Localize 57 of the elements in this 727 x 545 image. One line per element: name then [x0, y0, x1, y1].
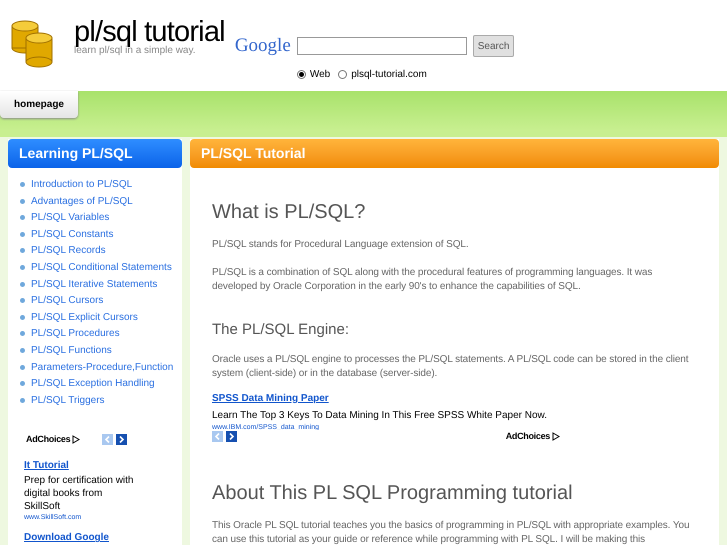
radio-label: Web	[310, 68, 330, 82]
paragraph: This Oracle PL SQL tutorial teaches you the basics of programming in PL/SQL with appropriate examples. You can use this tutorial as your guide or reference while programming with PL SQL. I will be making this	[212, 519, 690, 545]
radio-button[interactable]	[296, 70, 306, 78]
bullet-icon	[20, 348, 25, 353]
bullet-icon	[20, 264, 25, 270]
radio-label: plsql-tutorial.com	[351, 68, 427, 82]
bullet-icon	[20, 331, 25, 336]
bullet-icon	[20, 215, 25, 220]
sidebar-link[interactable]: PL/SQL Functions	[31, 342, 112, 358]
bullet-icon	[20, 314, 25, 320]
sidebar-link[interactable]: PL/SQL Explicit Cursors	[31, 310, 138, 325]
bullet-icon	[20, 282, 25, 287]
bullet-icon	[20, 182, 25, 187]
ad-text: Prep for certification with digital books from SkillSoft	[24, 474, 134, 514]
sidebar-link[interactable]: PL/SQL Variables	[31, 210, 110, 226]
next-arrow-icon[interactable]	[226, 430, 237, 442]
sidebar-link[interactable]: PL/SQL Constants	[31, 226, 114, 242]
ad-title-link[interactable]: SPSS Data Mining Paper	[212, 390, 697, 406]
bullet-icon	[20, 298, 25, 304]
sidebar-link[interactable]: PL/SQL Procedures	[31, 326, 120, 342]
paragraph: PL/SQL stands for Procedural Language extension of SQL.	[212, 238, 470, 252]
site-title: pl/sql tutorial	[74, 18, 225, 46]
bullet-icon	[20, 248, 25, 254]
ad-title-link[interactable]: Download Google	[24, 532, 138, 544]
search-button[interactable]: Search	[472, 35, 514, 58]
sidebar-link[interactable]: PL/SQL Cursors	[31, 293, 104, 308]
section-heading: About This PL SQL Programming tutorial	[212, 481, 574, 506]
sidebar-link[interactable]: PL/SQL Exception Handling	[31, 376, 155, 392]
sidebar-link[interactable]: PL/SQL Triggers	[31, 392, 105, 408]
bullet-icon	[20, 364, 25, 370]
site-tagline: learn pl/sql in a simple way.	[74, 46, 197, 56]
play-triangle-icon	[552, 432, 560, 441]
search-logo: Google	[234, 34, 291, 58]
paragraph: PL/SQL is a combination of SQL along with the procedural features of programming languages. It was developed by Oracle Corporation in the early 90's to enhance the capabilities of SQL.	[212, 266, 654, 294]
subsection-heading: The PL/SQL Engine:	[212, 320, 350, 340]
bullet-icon	[20, 232, 25, 237]
nav-tab[interactable]: homepage	[0, 91, 78, 118]
adchoices-label[interactable]: AdChoices	[506, 430, 550, 443]
sidebar-link[interactable]: PL/SQL Records	[31, 243, 106, 258]
radio-button[interactable]	[338, 70, 348, 78]
bullet-icon	[20, 398, 25, 403]
adchoices-label[interactable]: AdChoices	[26, 432, 70, 446]
paragraph: Oracle uses a PL/SQL engine to processes the PL/SQL statements. A PL/SQL code can be stored in the client system (client-side) or in the database (server-side).	[212, 352, 690, 380]
sidebar-link[interactable]: PL/SQL Iterative Statements	[31, 276, 158, 292]
section-heading: What is PL/SQL?	[212, 200, 366, 225]
sidebar-link[interactable]: Introduction to PL/SQL	[31, 177, 132, 192]
bullet-icon	[20, 381, 25, 386]
search-field[interactable]	[296, 37, 467, 56]
sidebar-heading: Learning PL/SQL	[8, 139, 182, 168]
sidebar-link[interactable]: Parameters-Procedure,Function	[31, 360, 174, 375]
content-heading: PL/SQL Tutorial	[190, 139, 719, 168]
ad-title-link[interactable]: It Tutorial	[24, 458, 138, 474]
ad-text: Learn The Top 3 Keys To Data Mining In This Free SPSS White Paper Now.	[212, 408, 548, 422]
sidebar-link[interactable]: PL/SQL Conditional Statements	[31, 260, 172, 275]
play-triangle-icon	[72, 434, 80, 444]
bullet-icon	[20, 198, 25, 204]
sidebar-link[interactable]: Advantages of PL/SQL	[31, 194, 133, 209]
